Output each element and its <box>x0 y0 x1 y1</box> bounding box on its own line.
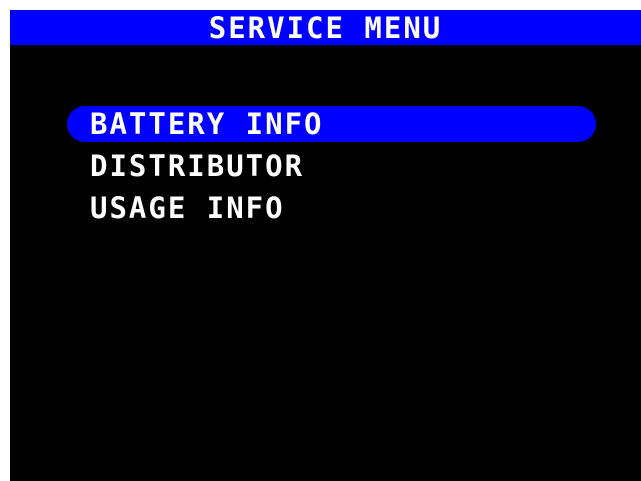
menu-item-label: DISTRIBUTOR <box>90 149 305 183</box>
service-menu-list: BATTERY INFO DISTRIBUTOR USAGE INFO <box>10 10 641 481</box>
menu-item-label: USAGE INFO <box>90 191 285 225</box>
menu-item-battery-info[interactable]: BATTERY INFO <box>67 106 596 142</box>
menu-item-distributor[interactable]: DISTRIBUTOR <box>67 148 596 184</box>
menu-item-usage-info[interactable]: USAGE INFO <box>67 190 596 226</box>
service-screen: SERVICE MENU BATTERY INFO DISTRIBUTOR US… <box>10 10 641 481</box>
menu-item-label: BATTERY INFO <box>90 107 324 141</box>
